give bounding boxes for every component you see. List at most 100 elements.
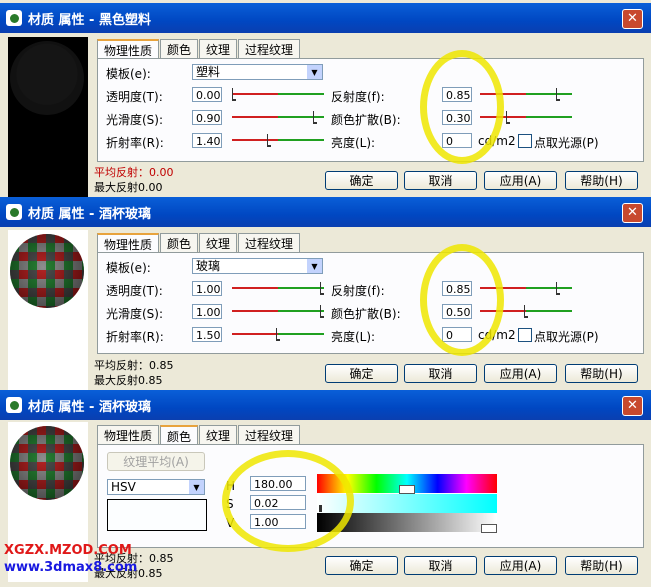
tab-texture[interactable]: 纹理 bbox=[199, 39, 238, 60]
brightness-field[interactable]: 0 bbox=[442, 327, 472, 342]
template-label: 模板(e): bbox=[106, 67, 151, 81]
ok-button[interactable]: 确定 bbox=[325, 171, 398, 190]
refraction-field[interactable]: 1.40 bbox=[192, 133, 222, 148]
color-spread-slider[interactable] bbox=[480, 305, 572, 318]
saturation-bar[interactable] bbox=[317, 494, 497, 513]
color-model-value: HSV bbox=[111, 480, 136, 494]
refraction-label: 折射率(R): bbox=[106, 330, 164, 344]
transparency-field[interactable]: 1.00 bbox=[192, 281, 222, 296]
color-spread-label: 颜色扩散(B): bbox=[331, 113, 401, 127]
gloss-field[interactable]: 1.00 bbox=[192, 304, 222, 319]
tab-texture[interactable]: 纹理 bbox=[199, 425, 238, 446]
template-value: 玻璃 bbox=[196, 259, 221, 273]
hue-bar[interactable] bbox=[317, 474, 497, 494]
tab-procedural[interactable]: 过程纹理 bbox=[238, 233, 301, 254]
material-preview bbox=[8, 422, 88, 582]
color-spread-field[interactable]: 0.50 bbox=[442, 304, 472, 319]
light-source-checkbox[interactable] bbox=[518, 134, 532, 148]
cancel-button[interactable]: 取消 bbox=[404, 556, 477, 575]
window-title: 材质 属性 - 酒杯玻璃 bbox=[28, 206, 151, 222]
cancel-button[interactable]: 取消 bbox=[404, 171, 477, 190]
value-bar[interactable] bbox=[317, 513, 497, 533]
template-select[interactable]: 塑料 ▼ bbox=[192, 64, 323, 80]
color-spread-label: 颜色扩散(B): bbox=[331, 307, 401, 321]
chevron-down-icon: ▼ bbox=[307, 65, 322, 79]
chevron-down-icon: ▼ bbox=[307, 259, 322, 273]
refraction-slider[interactable] bbox=[232, 134, 324, 147]
gloss-slider[interactable] bbox=[232, 111, 324, 124]
material-preview bbox=[8, 37, 88, 197]
reflectance-field[interactable]: 0.85 bbox=[442, 281, 472, 296]
s-label: S bbox=[226, 497, 234, 511]
refraction-slider[interactable] bbox=[232, 328, 324, 341]
brightness-field[interactable]: 0 bbox=[442, 133, 472, 148]
tab-procedural[interactable]: 过程纹理 bbox=[238, 39, 301, 60]
color-model-select[interactable]: HSV ▼ bbox=[107, 479, 205, 495]
saturation-marker bbox=[319, 505, 323, 512]
apply-button[interactable]: 应用(A) bbox=[484, 364, 557, 383]
gloss-field[interactable]: 0.90 bbox=[192, 110, 222, 125]
transparency-label: 透明度(T): bbox=[106, 90, 163, 104]
hue-marker bbox=[399, 485, 415, 494]
avg-reflect: 平均反射：0.85 bbox=[94, 359, 174, 372]
template-label: 模板(e): bbox=[106, 261, 151, 275]
color-spread-slider[interactable] bbox=[480, 111, 572, 124]
help-button[interactable]: 帮助(H) bbox=[565, 556, 638, 575]
close-button[interactable]: ✕ bbox=[622, 396, 643, 416]
reflectance-label: 反射度(f): bbox=[331, 90, 385, 104]
title-bar: 材质 属性 - 酒杯玻璃 ✕ bbox=[0, 197, 651, 227]
help-button[interactable]: 帮助(H) bbox=[565, 171, 638, 190]
close-button[interactable]: ✕ bbox=[622, 203, 643, 223]
reflectance-field[interactable]: 0.85 bbox=[442, 87, 472, 102]
transparency-field[interactable]: 0.00 bbox=[192, 87, 222, 102]
material-preview bbox=[8, 230, 88, 390]
cancel-button[interactable]: 取消 bbox=[404, 364, 477, 383]
help-button[interactable]: 帮助(H) bbox=[565, 364, 638, 383]
window-title: 材质 属性 - 酒杯玻璃 bbox=[28, 399, 151, 415]
watermark-line1: XGZX.MZOD.COM bbox=[4, 543, 132, 558]
preview-sphere bbox=[10, 234, 84, 308]
app-icon bbox=[6, 397, 22, 413]
max-reflect: 最大反射0.85 bbox=[94, 374, 163, 387]
transparency-slider[interactable] bbox=[232, 282, 324, 295]
refraction-field[interactable]: 1.50 bbox=[192, 327, 222, 342]
material-dialog-2: 材质 属性 - 酒杯玻璃 ✕ 物理性质 颜色 纹理 过程纹理 模板(e): 玻璃… bbox=[0, 197, 651, 390]
app-icon bbox=[6, 10, 22, 26]
ok-button[interactable]: 确定 bbox=[325, 556, 398, 575]
brightness-unit: cd/m2 bbox=[478, 328, 516, 342]
light-source-checkbox[interactable] bbox=[518, 328, 532, 342]
color-spread-field[interactable]: 0.30 bbox=[442, 110, 472, 125]
gloss-label: 光滑度(S): bbox=[106, 113, 164, 127]
color-swatch bbox=[107, 499, 207, 531]
v-label: V bbox=[226, 516, 235, 530]
transparency-slider[interactable] bbox=[232, 88, 324, 101]
s-field[interactable]: 0.02 bbox=[250, 495, 306, 510]
window-title: 材质 属性 - 黑色塑料 bbox=[28, 12, 151, 28]
reflectance-slider[interactable] bbox=[480, 282, 572, 295]
template-select[interactable]: 玻璃 ▼ bbox=[192, 258, 323, 274]
tab-texture[interactable]: 纹理 bbox=[199, 233, 238, 254]
apply-button[interactable]: 应用(A) bbox=[484, 171, 557, 190]
tab-physical[interactable]: 物理性质 bbox=[97, 425, 160, 446]
reflectance-slider[interactable] bbox=[480, 88, 572, 101]
preview-sphere bbox=[10, 41, 84, 115]
title-bar: 材质 属性 - 黑色塑料 ✕ bbox=[0, 3, 651, 33]
ok-button[interactable]: 确定 bbox=[325, 364, 398, 383]
apply-button[interactable]: 应用(A) bbox=[484, 556, 557, 575]
max-reflect: 最大反射0.00 bbox=[94, 181, 163, 194]
material-dialog-3: 材质 属性 - 酒杯玻璃 ✕ 物理性质 颜色 纹理 过程纹理 纹理平均(A) H… bbox=[0, 390, 651, 587]
tab-color[interactable]: 颜色 bbox=[160, 233, 199, 254]
app-icon bbox=[6, 204, 22, 220]
close-button[interactable]: ✕ bbox=[622, 9, 643, 29]
texture-average-button[interactable]: 纹理平均(A) bbox=[107, 452, 205, 471]
tab-procedural[interactable]: 过程纹理 bbox=[238, 425, 301, 446]
tab-color[interactable]: 颜色 bbox=[160, 39, 199, 60]
h-field[interactable]: 180.00 bbox=[250, 476, 306, 491]
title-bar: 材质 属性 - 酒杯玻璃 ✕ bbox=[0, 390, 651, 420]
material-dialog-1: 材质 属性 - 黑色塑料 ✕ 物理性质 颜色 纹理 过程纹理 模板(e): 塑料… bbox=[0, 3, 651, 197]
gloss-slider[interactable] bbox=[232, 305, 324, 318]
refraction-label: 折射率(R): bbox=[106, 136, 164, 150]
brightness-unit: cd/m2 bbox=[478, 134, 516, 148]
h-label: H bbox=[226, 479, 236, 493]
v-field[interactable]: 1.00 bbox=[250, 514, 306, 529]
